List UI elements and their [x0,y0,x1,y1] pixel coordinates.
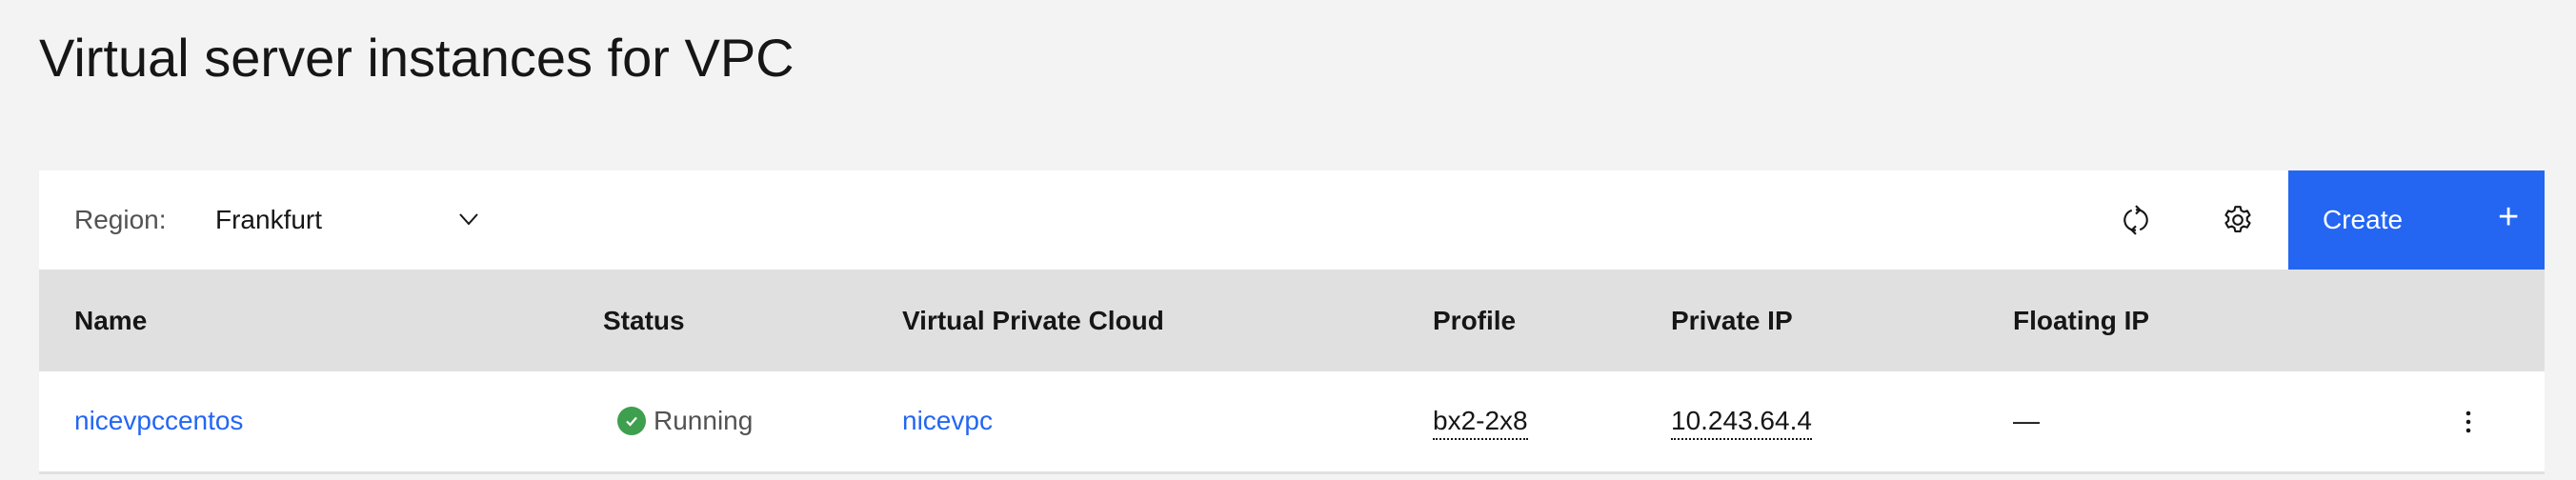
refresh-button[interactable] [2107,191,2164,249]
private-ip-value[interactable]: 10.243.64.4 [1671,406,1812,440]
column-header-floating-ip[interactable]: Floating IP [2013,306,2149,336]
table-header: Name Status Virtual Private Cloud Profil… [39,270,2545,371]
gear-icon [2224,206,2251,232]
instances-table-card: Region: Frankfurt Create + Name Status V… [39,170,2545,474]
instance-name-link[interactable]: nicevpccentos [74,406,243,436]
settings-button[interactable] [2209,191,2266,249]
column-header-vpc[interactable]: Virtual Private Cloud [902,306,1164,336]
status-text: Running [654,406,754,435]
create-label: Create [2323,205,2404,234]
floating-ip-value: — [2013,406,2040,435]
create-button[interactable]: Create + [2288,170,2545,270]
page-title: Virtual server instances for VPC [39,28,795,88]
column-header-status[interactable]: Status [603,306,685,336]
overflow-menu-icon[interactable] [2454,406,2483,438]
vpc-link[interactable]: nicevpc [902,406,993,436]
column-header-name[interactable]: Name [74,306,147,336]
refresh-icon [2123,205,2148,235]
region-dropdown[interactable]: Frankfurt [215,205,322,235]
checkmark-circle-icon [617,407,646,435]
column-header-profile[interactable]: Profile [1433,306,1516,336]
add-icon: + [2498,197,2520,237]
table-row: nicevpccentos Running nicevpc bx2-2x8 10… [39,371,2545,474]
column-header-private-ip[interactable]: Private IP [1671,306,1793,336]
chevron-down-icon[interactable] [454,205,483,233]
region-label: Region: [74,205,167,234]
profile-value[interactable]: bx2-2x8 [1433,406,1528,440]
table-toolbar: Region: Frankfurt Create + [39,170,2545,270]
